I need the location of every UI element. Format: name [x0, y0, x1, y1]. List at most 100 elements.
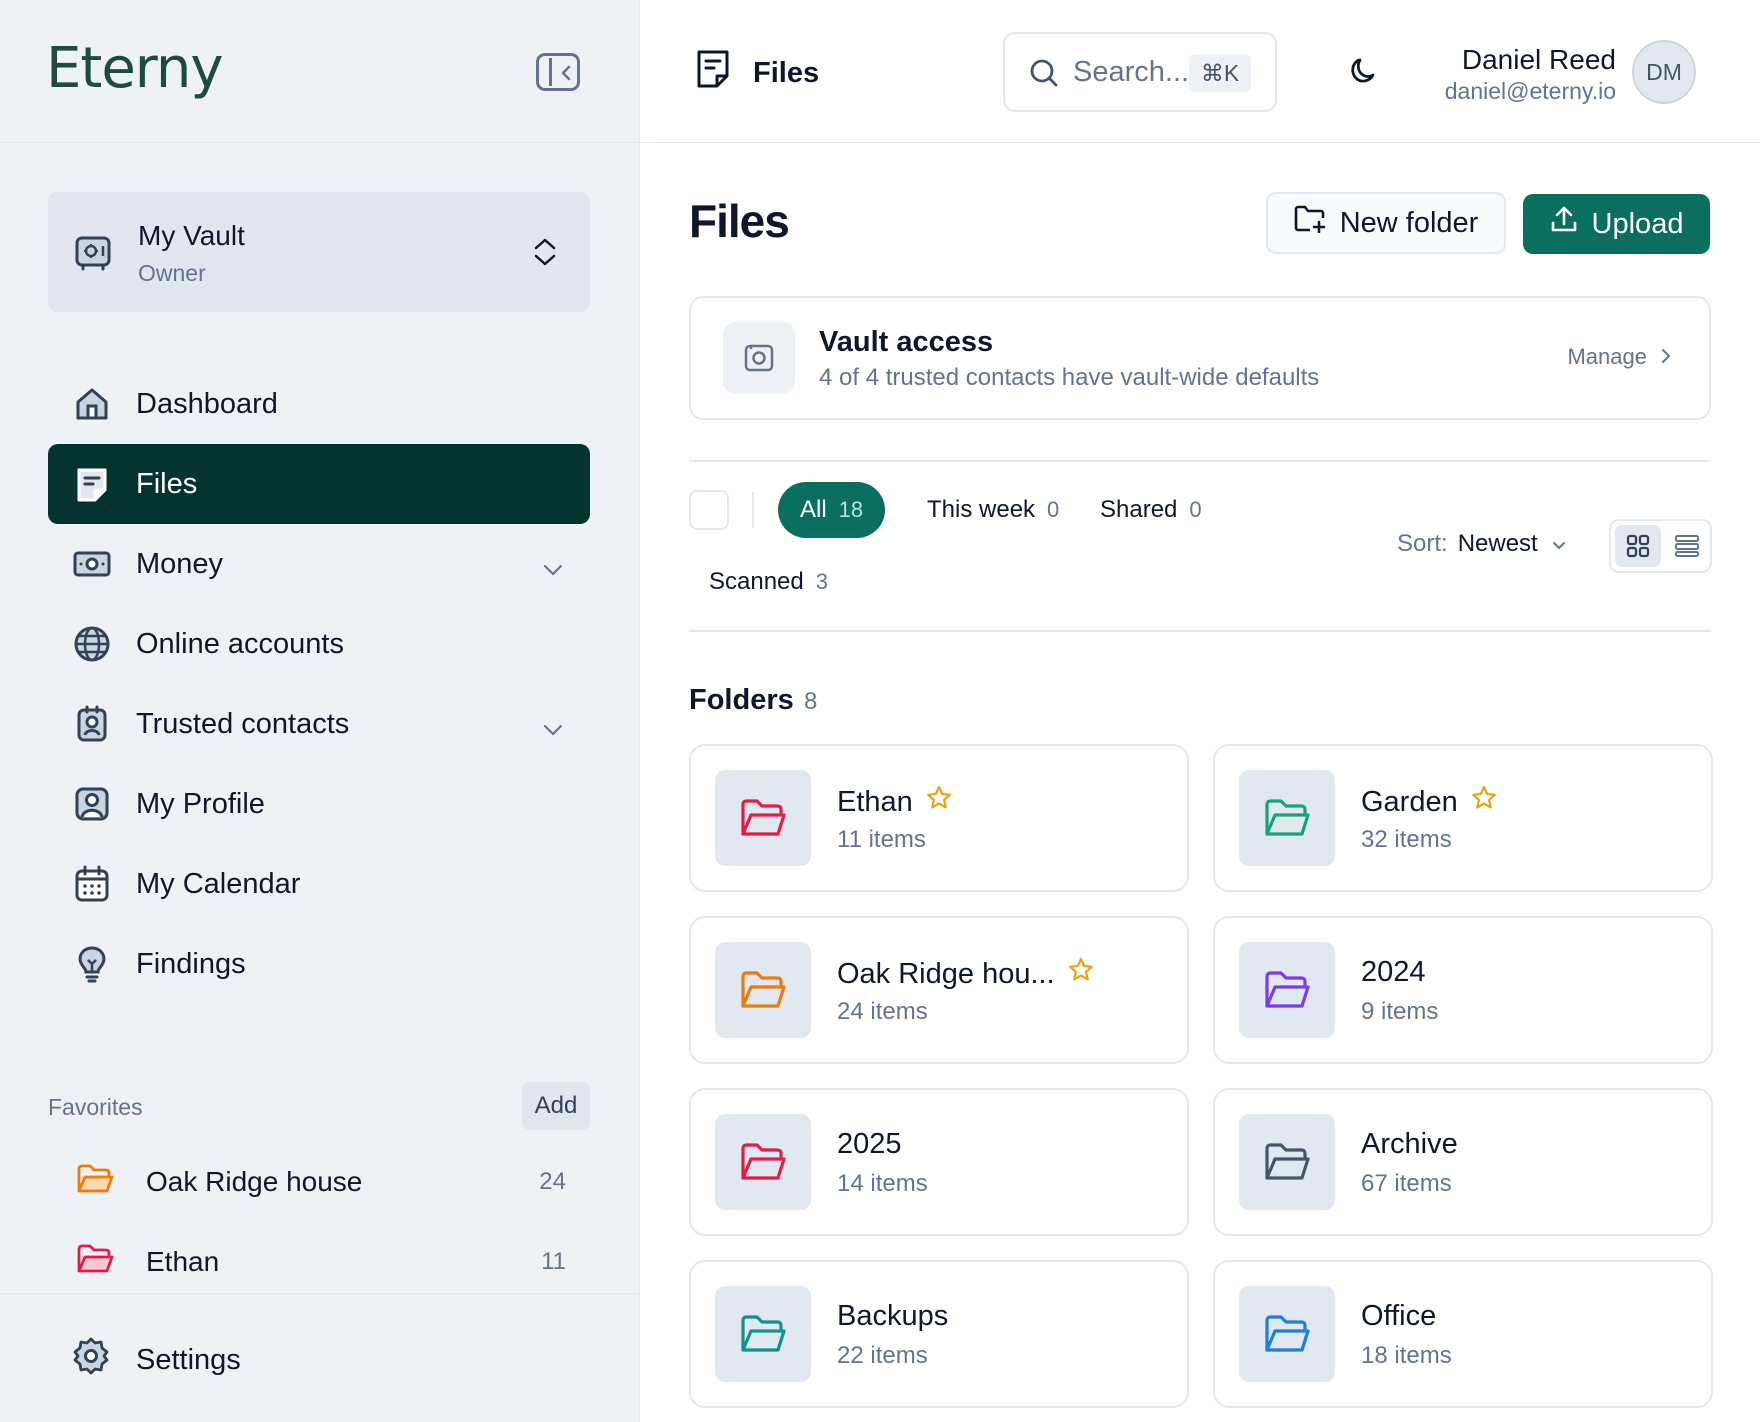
- sort-dropdown[interactable]: Sort: Newest: [1397, 530, 1566, 558]
- chevron-left-icon: [561, 65, 571, 81]
- chip-label: Scanned: [709, 568, 804, 595]
- divider: [0, 1293, 640, 1294]
- folder-name-text: Oak Ridge hou...: [837, 957, 1055, 990]
- nav-label: My Calendar: [136, 867, 301, 900]
- divider: [689, 460, 1711, 462]
- favorites-title: Favorites: [48, 1094, 143, 1120]
- folder-icon: [1239, 942, 1335, 1038]
- sidebar: Eterny My Vault Owner Dashboard Files Mo…: [0, 0, 640, 1422]
- favorite-item-oak-ridge-house[interactable]: Oak Ridge house 24: [48, 1142, 590, 1222]
- folder-name-text: Office: [1361, 1300, 1437, 1332]
- grid-view-icon[interactable]: [1615, 525, 1661, 567]
- filter-chip-scanned[interactable]: Scanned 3: [687, 554, 850, 610]
- star-icon[interactable]: [1067, 956, 1095, 992]
- upload-button[interactable]: Upload: [1523, 194, 1710, 254]
- nav-item-findings[interactable]: Findings: [48, 924, 590, 1004]
- home-icon: [72, 384, 112, 424]
- search-placeholder: Search...: [1073, 56, 1190, 88]
- filter-chip-this-week[interactable]: This week 0: [905, 482, 1081, 538]
- add-favorite-button[interactable]: Add: [522, 1082, 590, 1130]
- star-icon[interactable]: [1470, 784, 1498, 820]
- nav-item-online-accounts[interactable]: Online accounts: [48, 604, 590, 684]
- folder-name: 2025: [837, 1128, 902, 1161]
- folder-card[interactable]: Archive 67 items: [1213, 1088, 1713, 1236]
- star-icon[interactable]: [925, 784, 953, 820]
- nav-label: Findings: [136, 947, 246, 980]
- folder-icon: [1239, 1286, 1335, 1382]
- nav-item-my-calendar[interactable]: My Calendar: [48, 844, 590, 924]
- new-folder-button[interactable]: New folder: [1266, 192, 1506, 254]
- folder-item-count: 11 items: [837, 826, 926, 853]
- chevron-down-icon[interactable]: [542, 552, 564, 585]
- folder-item-count: 18 items: [1361, 1342, 1452, 1369]
- nav-item-settings[interactable]: Settings: [72, 1337, 241, 1383]
- chip-label: All: [800, 496, 827, 523]
- favorite-count: 11: [541, 1248, 566, 1275]
- folder-card[interactable]: 2024 9 items: [1213, 916, 1713, 1064]
- manage-link[interactable]: Manage: [1567, 344, 1671, 370]
- folder-card[interactable]: Oak Ridge hou... 24 items: [689, 916, 1189, 1064]
- folder-card[interactable]: 2025 14 items: [689, 1088, 1189, 1236]
- settings-label: Settings: [136, 1343, 241, 1376]
- nav-item-trusted-contacts[interactable]: Trusted contacts: [48, 684, 590, 764]
- sort-prefix: Sort:: [1397, 530, 1448, 557]
- new-folder-label: New folder: [1339, 206, 1479, 239]
- chevrons-up-down-icon: [532, 236, 558, 273]
- lightbulb-icon: [72, 944, 112, 984]
- nav-item-money[interactable]: Money: [48, 524, 590, 604]
- contact-icon: [72, 704, 112, 744]
- globe-icon: [72, 624, 112, 664]
- folders-section-count: 8: [804, 688, 818, 715]
- nav-item-dashboard[interactable]: Dashboard: [48, 364, 590, 444]
- main-nav: Dashboard Files Money Online accounts Tr…: [48, 364, 590, 1004]
- chevron-down-icon[interactable]: [542, 712, 564, 745]
- chip-count: 0: [1189, 497, 1202, 522]
- favorites-list: Oak Ridge house 24 Ethan 11: [48, 1142, 590, 1302]
- folder-card[interactable]: Garden 32 items: [1213, 744, 1713, 892]
- filter-chip-shared[interactable]: Shared 0: [1078, 482, 1224, 538]
- folder-card[interactable]: Backups 22 items: [689, 1260, 1189, 1408]
- vault-name: My Vault: [138, 220, 245, 251]
- search-input[interactable]: Search... ⌘K: [1003, 32, 1277, 112]
- select-all-checkbox[interactable]: [689, 490, 729, 530]
- favorite-label: Ethan: [146, 1246, 220, 1277]
- chip-label: Shared: [1100, 496, 1178, 523]
- nav-item-files[interactable]: Files: [48, 444, 590, 524]
- folder-name-text: Archive: [1361, 1128, 1458, 1160]
- nav-label: Dashboard: [136, 387, 278, 420]
- avatar[interactable]: DM: [1632, 40, 1696, 104]
- main-content: Files New folder Upload Vault access 4 o…: [641, 144, 1760, 1422]
- favorite-item-ethan[interactable]: Ethan 11: [48, 1222, 590, 1302]
- folder-card[interactable]: Office 18 items: [1213, 1260, 1713, 1408]
- list-view-icon[interactable]: [1665, 525, 1709, 567]
- folder-name: Archive: [1361, 1128, 1458, 1161]
- view-toggle: [1609, 519, 1712, 573]
- folder-icon: [1239, 1114, 1335, 1210]
- nav-label: Online accounts: [136, 627, 344, 660]
- vault-switcher[interactable]: My Vault Owner: [48, 192, 590, 312]
- folder-name: Ethan: [837, 784, 953, 820]
- folder-card[interactable]: Ethan 11 items: [689, 744, 1189, 892]
- folder-name-text: 2024: [1361, 956, 1426, 988]
- folder-item-count: 9 items: [1361, 998, 1439, 1025]
- favorite-count: 24: [539, 1168, 566, 1195]
- nav-item-my-profile[interactable]: My Profile: [48, 764, 590, 844]
- folder-name-text: Ethan: [837, 785, 913, 818]
- folder-name: Backups: [837, 1300, 948, 1333]
- nav-label: My Profile: [136, 787, 265, 820]
- folder-name: 2024: [1361, 956, 1426, 989]
- folder-item-count: 22 items: [837, 1342, 928, 1369]
- folder-name-text: Garden: [1361, 785, 1458, 818]
- filter-chip-all[interactable]: All 18: [778, 482, 886, 538]
- favorite-label: Oak Ridge house: [146, 1166, 363, 1197]
- vault-access-subtitle: 4 of 4 trusted contacts have vault-wide …: [819, 364, 1320, 391]
- folder-icon: [715, 770, 811, 866]
- divider: [0, 142, 640, 143]
- collapse-sidebar-button[interactable]: [536, 53, 580, 91]
- app-logo: Eterny: [46, 36, 223, 101]
- gear-icon: [72, 1337, 112, 1383]
- moon-icon[interactable]: [1347, 56, 1379, 93]
- folder-icon: [715, 1114, 811, 1210]
- nav-label: Money: [136, 547, 224, 580]
- vault-access-title: Vault access: [819, 326, 994, 358]
